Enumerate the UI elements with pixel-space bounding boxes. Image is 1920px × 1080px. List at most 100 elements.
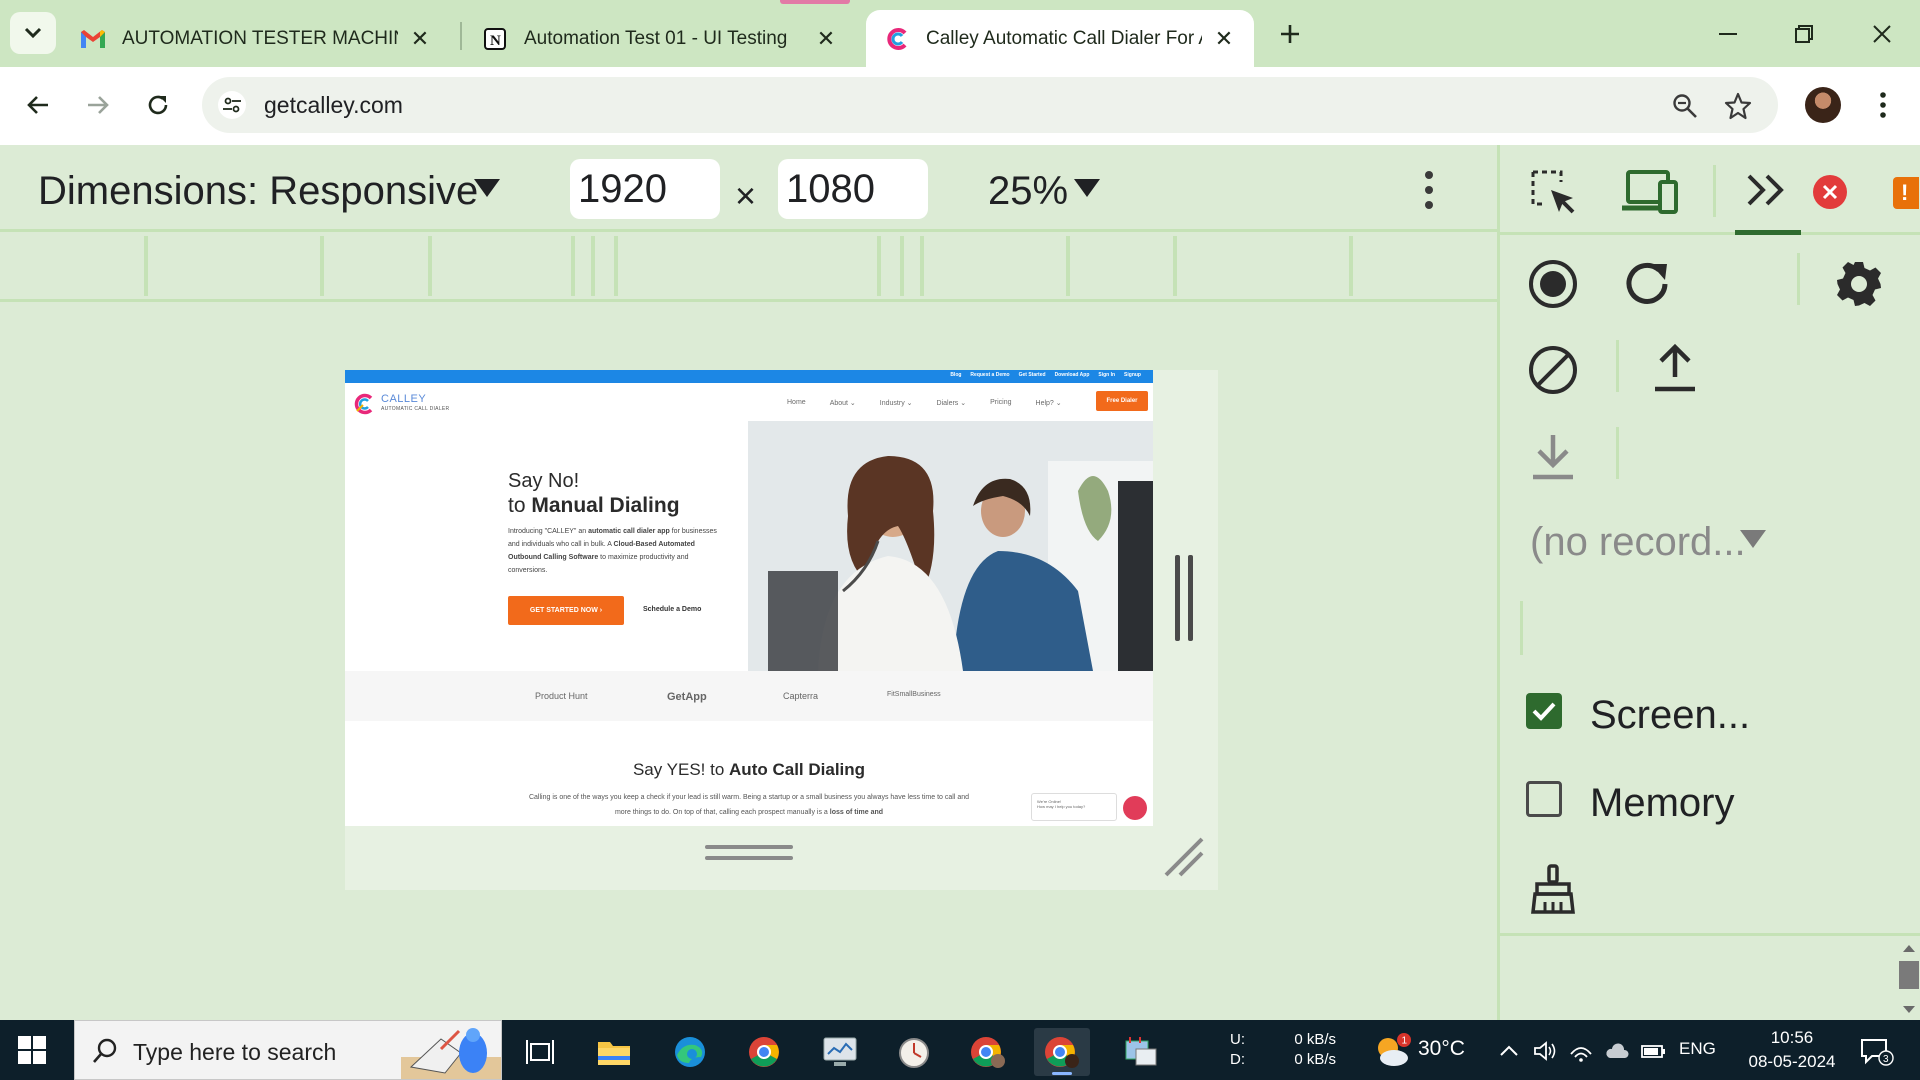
top-link-download-app[interactable]: Download App (1055, 372, 1090, 378)
fitsmallbusiness-logo[interactable]: FitSmallBusiness (887, 691, 941, 698)
media-query-marker[interactable] (591, 236, 595, 296)
caret-down-icon[interactable] (1074, 179, 1100, 197)
warning-badge[interactable]: ! (1893, 177, 1919, 209)
weather-icon[interactable]: 1 (1372, 1032, 1412, 1068)
monitor-app-button[interactable] (812, 1028, 868, 1076)
close-window-button[interactable] (1862, 14, 1902, 54)
media-query-marker[interactable] (571, 236, 575, 296)
zoom-dropdown[interactable]: 25% (988, 169, 1068, 214)
windows-start-icon[interactable] (18, 1036, 46, 1064)
media-query-marker[interactable] (320, 236, 324, 296)
media-query-marker[interactable] (1349, 236, 1353, 296)
calley-logo-icon[interactable] (353, 393, 375, 415)
new-tab-button[interactable] (1272, 16, 1308, 52)
corner-resize-handle[interactable] (1162, 835, 1206, 879)
width-input[interactable] (570, 159, 720, 219)
top-link-signup[interactable]: Signup (1124, 372, 1141, 378)
tab-notion[interactable]: N Automation Test 01 - UI Testing ✕ (464, 10, 856, 67)
minimize-button[interactable] (1708, 14, 1748, 54)
chrome-profile-button[interactable] (960, 1028, 1016, 1076)
chrome-button[interactable] (736, 1028, 792, 1076)
site-info-icon[interactable] (218, 91, 246, 119)
tab-calley[interactable]: Calley Automatic Call Dialer For Ar ✕ (866, 10, 1254, 67)
menu-home[interactable]: Home (787, 399, 806, 407)
menu-about[interactable]: About ⌄ (830, 399, 856, 407)
memory-checkbox[interactable] (1526, 781, 1562, 817)
media-query-marker[interactable] (428, 236, 432, 296)
file-explorer-button[interactable] (586, 1028, 642, 1076)
record-icon[interactable] (1526, 257, 1580, 311)
capterra-logo[interactable]: Capterra (783, 691, 818, 701)
restore-button[interactable] (1784, 14, 1824, 54)
download-icon[interactable] (1526, 429, 1580, 483)
free-dialer-button[interactable]: Free Dialer (1096, 391, 1148, 411)
screenshots-label[interactable]: Screen... (1590, 693, 1750, 738)
zoom-icon[interactable] (1670, 91, 1700, 121)
reload-record-icon[interactable] (1620, 257, 1674, 311)
notification-center-icon[interactable]: 3 (1856, 1038, 1896, 1066)
caret-down-icon[interactable] (1740, 530, 1766, 548)
upload-icon[interactable] (1648, 341, 1702, 395)
url-text[interactable]: getcalley.com (264, 92, 403, 119)
tab-search-button[interactable] (10, 12, 56, 54)
menu-pricing[interactable]: Pricing (990, 399, 1011, 407)
tray-chevron-icon[interactable] (1496, 1038, 1522, 1064)
vertical-resize-handle[interactable] (1175, 555, 1193, 641)
media-query-marker[interactable] (1173, 236, 1177, 296)
top-link-request-demo[interactable]: Request a Demo (970, 372, 1009, 378)
edge-button[interactable] (662, 1028, 718, 1076)
menu-help[interactable]: Help? ⌄ (1036, 399, 1062, 407)
media-query-marker[interactable] (920, 236, 924, 296)
top-link-blog[interactable]: Blog (950, 372, 961, 378)
screenshots-checkbox[interactable] (1526, 693, 1562, 729)
reload-button[interactable] (138, 85, 178, 125)
bookmark-star-icon[interactable] (1723, 91, 1753, 121)
back-button[interactable] (18, 85, 58, 125)
top-link-get-started[interactable]: Get Started (1019, 372, 1046, 378)
battery-icon[interactable] (1640, 1038, 1666, 1064)
horizontal-resize-handle[interactable] (705, 845, 793, 863)
height-input[interactable] (778, 159, 928, 219)
address-bar[interactable]: getcalley.com (202, 77, 1778, 133)
close-icon[interactable]: ✕ (1212, 26, 1236, 51)
volume-icon[interactable] (1532, 1038, 1558, 1064)
device-options-button[interactable] (1414, 167, 1444, 213)
chat-widget[interactable]: We're Online! How may I help you today? (1031, 793, 1117, 821)
calley-logo-text[interactable]: CALLEY (381, 393, 426, 405)
close-icon[interactable]: ✕ (408, 26, 432, 51)
temperature-text[interactable]: 30°C (1418, 1037, 1465, 1061)
media-query-marker[interactable] (144, 236, 148, 296)
caret-down-icon[interactable] (474, 179, 500, 197)
wifi-icon[interactable] (1568, 1038, 1594, 1064)
menu-industry[interactable]: Industry ⌄ (880, 399, 913, 407)
language-indicator[interactable]: ENG (1679, 1039, 1716, 1059)
close-icon[interactable]: ✕ (814, 26, 838, 51)
chrome-active-button[interactable] (1034, 1028, 1090, 1076)
memory-label[interactable]: Memory (1590, 781, 1734, 826)
inspect-element-icon[interactable] (1528, 167, 1578, 217)
cloud-sync-icon[interactable] (1604, 1038, 1630, 1064)
error-count-icon[interactable] (1813, 175, 1847, 209)
settings-gear-icon[interactable] (1832, 257, 1886, 311)
more-tabs-icon[interactable] (1740, 165, 1794, 215)
chat-bubble-icon[interactable] (1123, 796, 1147, 820)
getapp-logo[interactable]: GetApp (667, 691, 707, 703)
forward-button[interactable] (78, 85, 118, 125)
schedule-demo-link[interactable]: Schedule a Demo (643, 606, 701, 613)
clock[interactable]: 10:56 08-05-2024 (1740, 1026, 1844, 1074)
garbage-collect-broom-icon[interactable] (1526, 863, 1580, 917)
browser-menu-button[interactable] (1868, 87, 1898, 123)
recording-select[interactable]: (no record... (1530, 520, 1746, 565)
device-toggle-icon[interactable] (1620, 167, 1678, 217)
get-started-button[interactable]: GET STARTED NOW › (508, 596, 624, 625)
task-view-button[interactable] (512, 1028, 568, 1076)
media-query-marker[interactable] (1066, 236, 1070, 296)
dimensions-dropdown[interactable]: Dimensions: Responsive (38, 169, 478, 214)
product-hunt-logo[interactable]: Product Hunt (535, 691, 588, 701)
media-query-marker[interactable] (614, 236, 618, 296)
media-query-marker[interactable] (877, 236, 881, 296)
tools-app-button[interactable] (1112, 1028, 1168, 1076)
top-link-sign-in[interactable]: Sign In (1098, 372, 1115, 378)
profile-avatar[interactable] (1805, 87, 1841, 123)
tab-gmail[interactable]: AUTOMATION TESTER MACHINE T ✕ (62, 10, 450, 67)
